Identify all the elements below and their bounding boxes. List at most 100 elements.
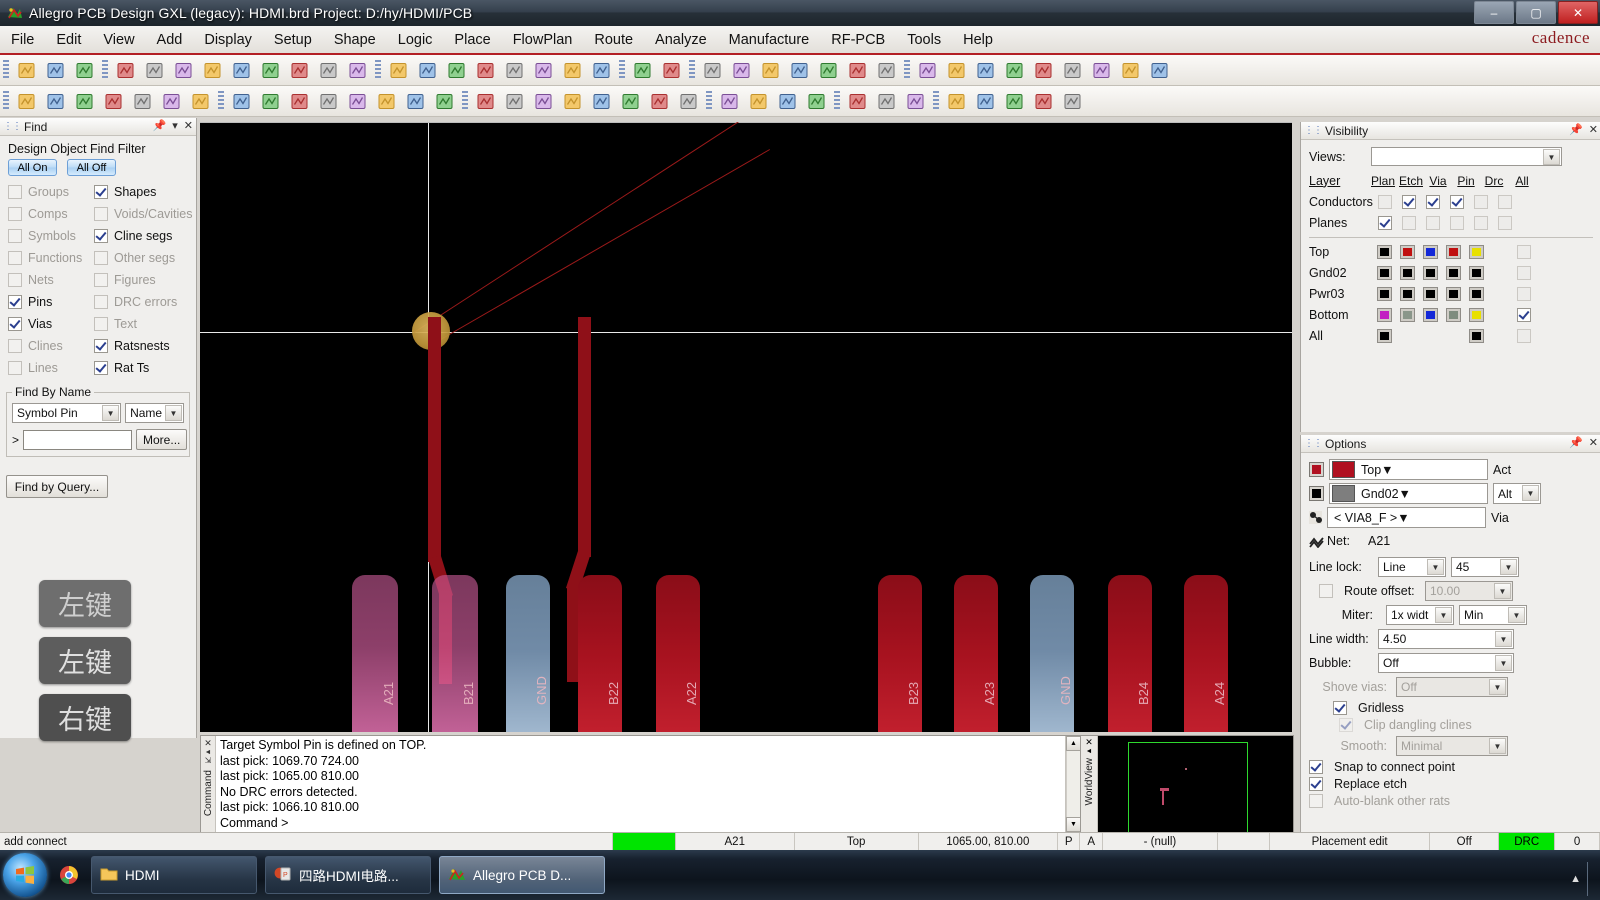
world-grid-icon[interactable] xyxy=(873,57,900,84)
drill-legend-icon[interactable] xyxy=(844,88,871,115)
find-filter-checkbox-groups[interactable] xyxy=(8,184,22,199)
pin-icon[interactable]: 📌 xyxy=(1569,436,1583,449)
toolbar-grip[interactable] xyxy=(933,91,939,111)
find-filter-checkbox-clines[interactable] xyxy=(8,338,22,353)
taskbar-item-hdmi[interactable]: HDMI xyxy=(91,856,257,894)
find-filter-checkbox-vias[interactable] xyxy=(8,316,22,331)
toolbar-grip[interactable] xyxy=(462,91,468,111)
find-filter-checkbox-ratsnests[interactable] xyxy=(94,338,108,353)
visibility-column-drc[interactable]: Drc xyxy=(1483,174,1505,188)
pcb-pad[interactable] xyxy=(1184,575,1228,732)
layer-gnd02-drc-swatch[interactable] xyxy=(1469,265,1484,280)
chevron-down-icon[interactable]: ▼ xyxy=(1508,607,1525,623)
route-manual-icon[interactable] xyxy=(42,88,69,115)
sun-icon[interactable] xyxy=(1030,57,1057,84)
undo-icon[interactable] xyxy=(199,57,226,84)
toolbar-grip[interactable] xyxy=(619,60,625,80)
menu-add[interactable]: Add xyxy=(146,29,194,51)
globe-icon[interactable] xyxy=(315,57,342,84)
minimize-button[interactable]: – xyxy=(1474,1,1514,24)
chevron-down-icon[interactable]: ▼ xyxy=(1494,583,1511,599)
collapse-icon[interactable]: ◄ xyxy=(205,749,212,756)
chevron-down-icon[interactable]: ▼ xyxy=(1495,655,1512,671)
visibility-column-pin[interactable]: Pin xyxy=(1455,174,1477,188)
planes-via-checkbox[interactable] xyxy=(1426,215,1440,230)
menu-help[interactable]: Help xyxy=(952,29,1004,51)
route-length-icon[interactable] xyxy=(530,88,557,115)
start-button[interactable] xyxy=(3,853,47,897)
layer-top-etch-swatch[interactable] xyxy=(1400,244,1415,259)
scroll-track[interactable] xyxy=(1066,751,1081,817)
route-offset-select[interactable]: 10.00 ▼ xyxy=(1425,581,1513,601)
new-file-icon[interactable] xyxy=(13,57,40,84)
route-phase-icon[interactable] xyxy=(559,88,586,115)
pcb-design-canvas[interactable]: A21B21GNDB22A22B23A23GNDB24A24 左键 左键 右键 xyxy=(200,122,1292,732)
layers-bars-icon[interactable] xyxy=(1088,57,1115,84)
layer-gnd02-all-checkbox[interactable] xyxy=(1517,265,1531,280)
ground-icon[interactable] xyxy=(286,57,313,84)
status-drc-badge[interactable]: DRC xyxy=(1499,833,1556,851)
no-select-icon[interactable] xyxy=(1146,57,1173,84)
route-tune-icon[interactable] xyxy=(588,88,615,115)
chevron-down-icon[interactable]: ▼ xyxy=(1489,679,1506,695)
pcb-pad[interactable] xyxy=(1108,575,1152,732)
find-by-query-button[interactable]: Find by Query... xyxy=(6,475,108,498)
layer-all-all-checkbox[interactable] xyxy=(1517,328,1531,343)
chrome-icon[interactable] xyxy=(55,861,83,889)
chevron-down-icon[interactable]: ▼ xyxy=(1522,485,1539,501)
chevron-down-icon[interactable]: ▼ xyxy=(1397,511,1409,525)
visibility-column-plan[interactable]: Plan xyxy=(1371,174,1395,188)
chevron-down-icon[interactable]: ▼ xyxy=(1435,607,1452,623)
layer-top-drc-swatch[interactable] xyxy=(1469,244,1484,259)
show-desktop-button[interactable] xyxy=(1587,862,1596,896)
close-icon[interactable]: ✕ xyxy=(204,738,212,749)
find-filter-checkbox-drc-errors[interactable] xyxy=(94,294,108,309)
planes-all-checkbox[interactable] xyxy=(1498,215,1512,230)
taskbar-item-powerpoint[interactable]: P 四路HDMI电路... xyxy=(265,856,431,894)
auto-blank-other-rats-checkbox[interactable] xyxy=(1309,794,1323,808)
line-icon[interactable] xyxy=(716,88,743,115)
planes-etch-checkbox[interactable] xyxy=(1402,215,1416,230)
shape-edge-icon[interactable] xyxy=(344,88,371,115)
conductors-via-checkbox[interactable] xyxy=(1426,194,1440,209)
layer-gnd02-pin-swatch[interactable] xyxy=(1446,265,1461,280)
copy-icon[interactable] xyxy=(141,57,168,84)
miter-mode-select[interactable]: Min ▼ xyxy=(1459,605,1527,625)
menu-tools[interactable]: Tools xyxy=(896,29,952,51)
find-filter-checkbox-cline-segs[interactable] xyxy=(94,228,108,243)
menu-flowplan[interactable]: FlowPlan xyxy=(502,29,584,51)
line-lock-type-select[interactable]: Line ▼ xyxy=(1378,557,1446,577)
visibility-column-via[interactable]: Via xyxy=(1427,174,1449,188)
move-icon[interactable] xyxy=(112,57,139,84)
shape-fill-icon[interactable] xyxy=(786,57,813,84)
status-a-flag[interactable]: A xyxy=(1080,833,1103,851)
shape-void-icon[interactable] xyxy=(431,88,458,115)
layer-all-drc-swatch[interactable] xyxy=(1469,328,1484,343)
chevron-down-icon[interactable]: ▾ xyxy=(172,119,178,132)
layer-pwr03-all-checkbox[interactable] xyxy=(1517,286,1531,301)
layer-pwr03-pin-swatch[interactable] xyxy=(1446,286,1461,301)
property-icon[interactable] xyxy=(943,57,970,84)
find-filter-checkbox-shapes[interactable] xyxy=(94,184,108,199)
layer-bottom-drc-swatch[interactable] xyxy=(1469,307,1484,322)
chevron-down-icon[interactable]: ▼ xyxy=(102,405,120,421)
route-add-connect-icon[interactable] xyxy=(472,88,499,115)
highlight-icon[interactable] xyxy=(1001,57,1028,84)
pcb-pad[interactable] xyxy=(578,575,622,732)
status-p-flag[interactable]: P xyxy=(1058,833,1081,851)
table-icon[interactable] xyxy=(815,57,842,84)
planes-drc-checkbox[interactable] xyxy=(1474,215,1488,230)
menu-analyze[interactable]: Analyze xyxy=(644,29,718,51)
text-edit-icon[interactable] xyxy=(803,88,830,115)
zoom-prev-icon[interactable] xyxy=(559,57,586,84)
save-icon[interactable] xyxy=(71,57,98,84)
layer-top-via-swatch[interactable] xyxy=(1423,244,1438,259)
alt-layer-select[interactable]: Gnd02 ▼ xyxy=(1329,483,1488,504)
collapse-icon[interactable]: ◄ xyxy=(1086,748,1093,755)
pcb-pad[interactable] xyxy=(954,575,998,732)
alt-mode-select[interactable]: Alt ▼ xyxy=(1493,483,1541,504)
color-grid-icon[interactable] xyxy=(699,57,726,84)
object-type-select[interactable]: Symbol Pin ▼ xyxy=(12,403,122,423)
line-width-select[interactable]: 4.50 ▼ xyxy=(1378,629,1514,649)
layer-top-all-checkbox[interactable] xyxy=(1517,244,1531,259)
